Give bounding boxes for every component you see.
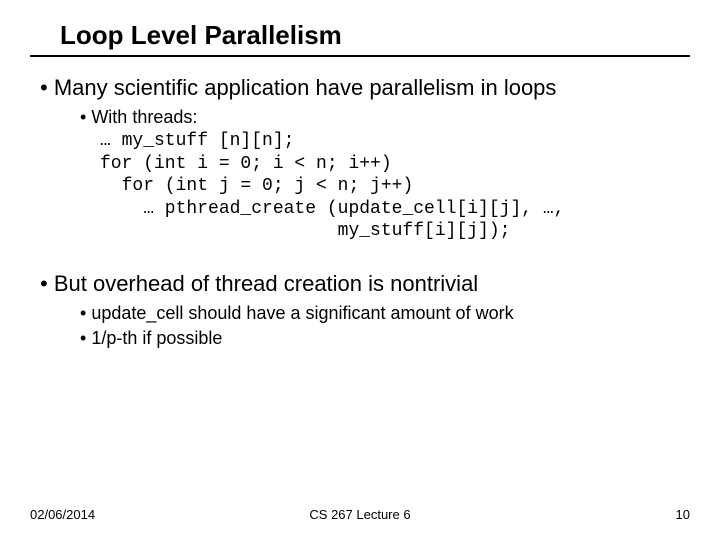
bullet-sub-1-text: With threads: [91, 107, 197, 127]
bullet-sub-2: • update_cell should have a significant … [80, 303, 690, 324]
code-line-3: for (int j = 0; j < n; j++) [100, 175, 690, 198]
bullet-main-1: • Many scientific application have paral… [40, 75, 690, 101]
footer-page: 10 [676, 507, 690, 522]
bullet-sub-1: • With threads: [80, 107, 690, 128]
code-line-1: … my_stuff [n][n]; [100, 130, 690, 153]
bullet-main-1-text: Many scientific application have paralle… [54, 75, 557, 100]
code-line-4: … pthread_create (update_cell[i][j], …, [100, 198, 690, 221]
bullet-sub-3: • 1/p-th if possible [80, 328, 690, 349]
bullet-main-2: • But overhead of thread creation is non… [40, 271, 690, 297]
bullet-sub-2-text: update_cell should have a significant am… [91, 303, 513, 323]
bullet-main-2-text: But overhead of thread creation is nontr… [54, 271, 478, 296]
footer-center: CS 267 Lecture 6 [309, 507, 410, 522]
footer-date: 02/06/2014 [30, 507, 95, 522]
code-line-2: for (int i = 0; i < n; i++) [100, 153, 690, 176]
bullet-sub-3-text: 1/p-th if possible [91, 328, 222, 348]
code-line-5: my_stuff[i][j]); [100, 220, 690, 243]
slide-title: Loop Level Parallelism [30, 20, 690, 57]
